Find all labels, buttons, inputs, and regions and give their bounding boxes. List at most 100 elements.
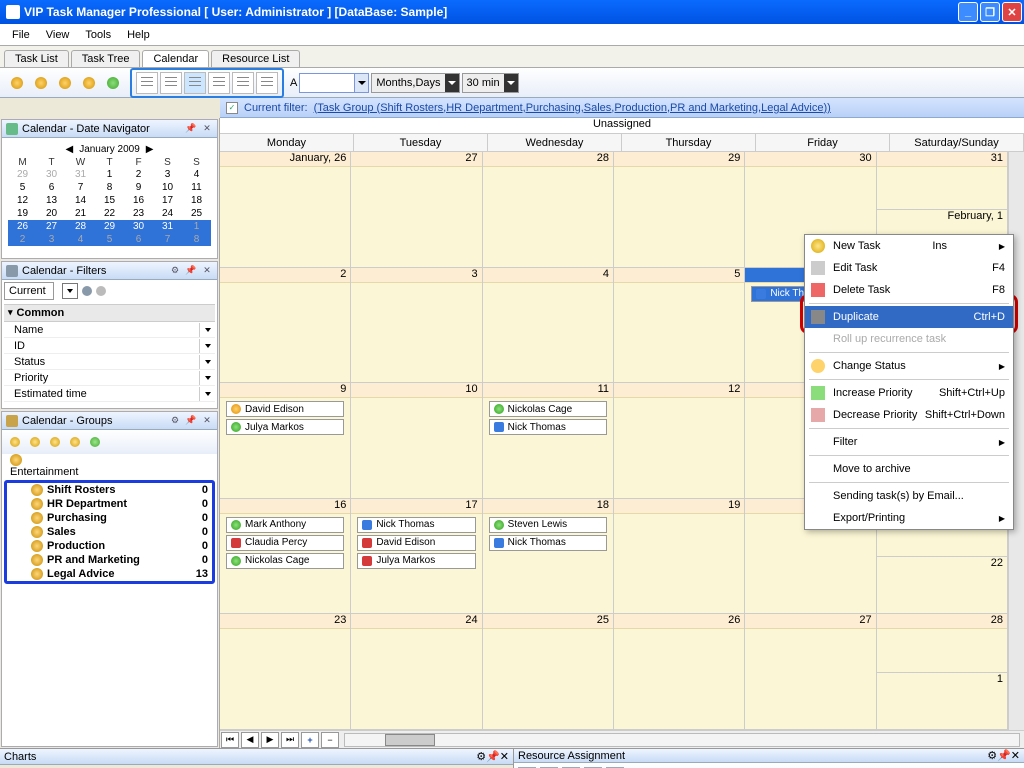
view-workweek-icon[interactable] (160, 72, 182, 94)
empty-dropdown[interactable] (299, 73, 369, 93)
calendar-cell[interactable]: 16Mark AnthonyClaudia PercyNickolas Cage (220, 499, 351, 615)
filter-checkbox[interactable] (226, 102, 238, 114)
scale-combo[interactable]: Months,Days (371, 73, 459, 93)
task-chip[interactable]: Julya Markos (226, 419, 344, 435)
menu-filter[interactable]: Filter (805, 431, 1013, 453)
task-chip[interactable]: David Edison (357, 535, 475, 551)
task-chip[interactable]: Mark Anthony (226, 517, 344, 533)
task-chip[interactable]: Nick Thomas (489, 419, 607, 435)
panel-gear-icon[interactable]: ⚙ (987, 749, 997, 762)
view-timeline-icon[interactable] (256, 72, 278, 94)
panel-gear-icon[interactable]: ⚙ (169, 415, 181, 427)
view-month-icon[interactable] (208, 72, 230, 94)
calendar-cell[interactable]: 281 (877, 614, 1008, 730)
group-item[interactable]: Shift Rosters0 (7, 483, 212, 497)
calendar-cell[interactable]: 18Steven LewisNick Thomas (483, 499, 614, 615)
menu-help[interactable]: Help (119, 27, 158, 43)
filter-clear-icon[interactable] (96, 286, 106, 296)
task-chip[interactable]: Nick Thomas (357, 517, 475, 533)
task-chip[interactable]: David Edison (226, 401, 344, 417)
panel-close-icon[interactable]: ✕ (1011, 749, 1020, 762)
nav-last-icon[interactable]: ⏭ (281, 732, 299, 748)
horizontal-scroll[interactable]: ⏮ ◀ ▶ ⏭ + − (220, 730, 1024, 748)
close-button[interactable]: ✕ (1002, 2, 1022, 22)
calendar-cell[interactable]: 4 (483, 268, 614, 384)
nav-add-icon[interactable]: + (301, 732, 319, 748)
menu-file[interactable]: File (4, 27, 38, 43)
nav-minus-icon[interactable]: − (321, 732, 339, 748)
panel-close-icon[interactable]: ✕ (201, 415, 213, 427)
panel-close-icon[interactable]: ✕ (500, 750, 509, 763)
panel-pin-icon[interactable]: 📌 (486, 750, 500, 763)
date-navigator[interactable]: ◀ January 2009 ▶ MTWTFSS2930311234567891… (2, 138, 217, 252)
menu-view[interactable]: View (38, 27, 78, 43)
group-item[interactable]: Production0 (7, 539, 212, 553)
menu-export[interactable]: Export/Printing (805, 507, 1013, 529)
calendar-cell[interactable]: 3 (351, 268, 482, 384)
group-entertainment[interactable]: Entertainment (2, 454, 217, 478)
group-item[interactable]: PR and Marketing0 (7, 553, 212, 567)
view-year-icon[interactable] (232, 72, 254, 94)
minimize-button[interactable]: _ (958, 2, 978, 22)
filter-prop[interactable]: ID (4, 338, 215, 354)
view-day-icon[interactable] (136, 72, 158, 94)
refresh-icon[interactable] (102, 72, 124, 94)
group-item[interactable]: Purchasing0 (7, 511, 212, 525)
dup-icon[interactable] (78, 72, 100, 94)
calendar-cell[interactable]: 10 (351, 383, 482, 499)
group-refresh-icon[interactable] (86, 433, 104, 451)
task-chip[interactable]: Nick Thomas (489, 535, 607, 551)
menu-inc-priority[interactable]: Increase PriorityShift+Ctrl+Up (805, 382, 1013, 404)
filter-prop[interactable]: Name (4, 322, 215, 338)
calendar-cell[interactable]: 28 (483, 152, 614, 268)
panel-pin-icon[interactable]: 📌 (997, 749, 1011, 762)
calendar-cell[interactable]: 29 (614, 152, 745, 268)
calendar-cell[interactable]: 5 (614, 268, 745, 384)
task-chip[interactable]: Nickolas Cage (489, 401, 607, 417)
menu-change-status[interactable]: Change Status (805, 355, 1013, 377)
nav-prev-icon[interactable]: ◀ (241, 732, 259, 748)
calendar-cell[interactable]: 26 (614, 614, 745, 730)
panel-close-icon[interactable]: ✕ (201, 265, 213, 277)
tab-task-tree[interactable]: Task Tree (71, 50, 141, 67)
delete-icon[interactable] (54, 72, 76, 94)
new-task-icon[interactable] (6, 72, 28, 94)
group-item[interactable]: Sales0 (7, 525, 212, 539)
task-chip[interactable]: Claudia Percy (226, 535, 344, 551)
menu-email[interactable]: Sending task(s) by Email... (805, 485, 1013, 507)
panel-gear-icon[interactable]: ⚙ (169, 265, 181, 277)
group-del-icon[interactable] (46, 433, 64, 451)
nav-next-icon[interactable]: ▶ (261, 732, 279, 748)
menu-edit-task[interactable]: Edit TaskF4 (805, 257, 1013, 279)
next-month-icon[interactable]: ▶ (146, 144, 154, 155)
tab-calendar[interactable]: Calendar (142, 50, 209, 67)
calendar-cell[interactable]: 27 (351, 152, 482, 268)
calendar-cell[interactable]: January, 26 (220, 152, 351, 268)
maximize-button[interactable]: ❐ (980, 2, 1000, 22)
calendar-cell[interactable]: 17Nick ThomasDavid EdisonJulya Markos (351, 499, 482, 615)
group-item[interactable]: Legal Advice13 (7, 567, 212, 581)
filter-prop[interactable]: Priority (4, 370, 215, 386)
task-chip[interactable]: Steven Lewis (489, 517, 607, 533)
calendar-cell[interactable]: 2 (220, 268, 351, 384)
calendar-cell[interactable]: 12 (614, 383, 745, 499)
menu-tools[interactable]: Tools (77, 27, 119, 43)
filter-apply-icon[interactable] (82, 286, 92, 296)
interval-combo[interactable]: 30 min (462, 73, 519, 93)
menu-new-task[interactable]: New TaskIns (805, 235, 1013, 257)
menu-dec-priority[interactable]: Decrease PriorityShift+Ctrl+Down (805, 404, 1013, 426)
menu-delete-task[interactable]: Delete TaskF8 (805, 279, 1013, 301)
filter-value[interactable]: (Task Group (Shift Rosters,HR Department… (314, 102, 831, 114)
filter-prop[interactable]: Status (4, 354, 215, 370)
task-chip[interactable]: Nickolas Cage (226, 553, 344, 569)
filter-preset[interactable]: Current (4, 282, 54, 300)
menu-duplicate[interactable]: DuplicateCtrl+D (805, 306, 1013, 328)
view-week-icon[interactable] (184, 72, 206, 94)
calendar-cell[interactable]: 9David EdisonJulya Markos (220, 383, 351, 499)
filter-prop[interactable]: Estimated time (4, 386, 215, 402)
panel-close-icon[interactable]: ✕ (201, 123, 213, 135)
tab-resource-list[interactable]: Resource List (211, 50, 300, 67)
nav-first-icon[interactable]: ⏮ (221, 732, 239, 748)
panel-gear-icon[interactable]: ⚙ (476, 750, 486, 763)
group-dup-icon[interactable] (66, 433, 84, 451)
